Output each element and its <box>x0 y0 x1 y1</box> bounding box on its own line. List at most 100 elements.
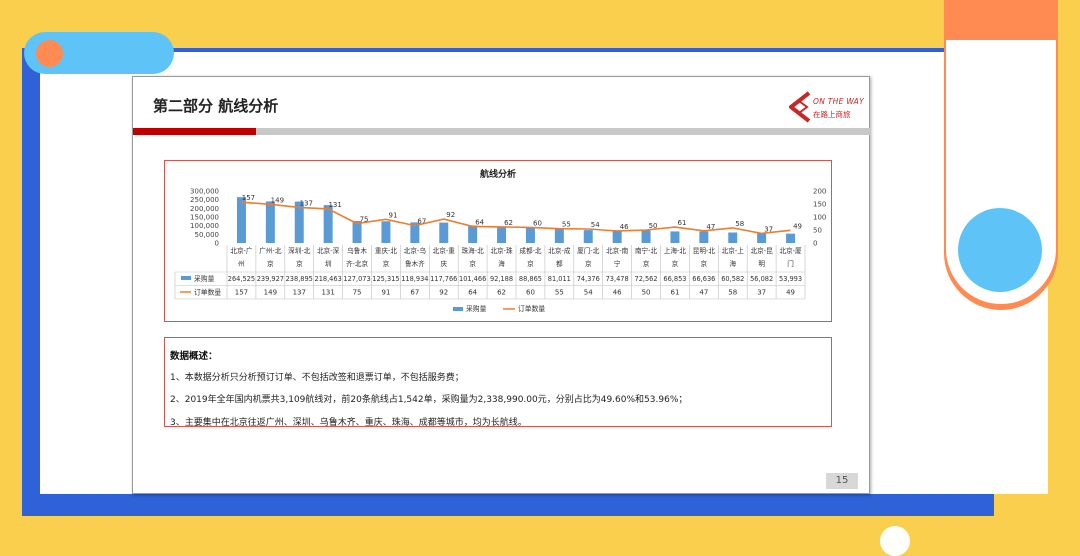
bar <box>786 233 796 243</box>
bar <box>728 232 738 243</box>
orange-dot-decoration <box>36 40 63 67</box>
bar <box>381 221 391 243</box>
order-table-cell: 67 <box>410 289 419 297</box>
category-label: 南宁-北 <box>635 246 658 255</box>
title-bar-rule <box>256 128 870 135</box>
category-label: 宁 <box>614 259 621 268</box>
purchase-table-cell: 117,766 <box>430 275 457 283</box>
y-right-tick-label: 100 <box>813 214 826 222</box>
page-number: 15 <box>826 473 858 489</box>
order-table-cell: 54 <box>584 289 593 297</box>
purchase-table-cell: 218,463 <box>315 275 342 283</box>
line-data-label: 75 <box>360 216 369 224</box>
line-data-label: 37 <box>764 225 773 233</box>
category-label: 京 <box>672 259 679 268</box>
purchase-table-cell: 74,376 <box>577 275 600 283</box>
line-data-label: 49 <box>793 222 802 230</box>
purchase-table-cell: 101,466 <box>459 275 486 283</box>
category-label: 珠海-北 <box>462 246 485 255</box>
order-table-cell: 55 <box>555 289 564 297</box>
y-left-tick-label: 300,000 <box>190 188 219 196</box>
order-table-cell: 62 <box>497 289 506 297</box>
purchase-table-cell: 125,315 <box>372 275 399 283</box>
line-data-label: 137 <box>300 199 313 207</box>
legend-label: 订单数量 <box>518 304 545 313</box>
company-logo: ON THE WAY 在路上商旅 <box>785 89 865 125</box>
category-label: 京 <box>643 259 650 268</box>
line-data-label: 149 <box>271 196 284 204</box>
category-label: 北京-珠 <box>490 246 513 255</box>
category-label: 重庆-北 <box>375 246 398 255</box>
y-right-tick-label: 150 <box>813 201 826 209</box>
category-label: 广州-北 <box>259 246 282 255</box>
category-label: 京 <box>701 259 708 268</box>
title-bar-accent <box>133 128 256 135</box>
category-label: 北京-昆 <box>751 246 774 255</box>
order-table-cell: 46 <box>613 289 622 297</box>
bar <box>497 227 507 243</box>
purchase-table-cell: 56,082 <box>750 275 773 283</box>
y-left-tick-label: 100,000 <box>190 222 219 230</box>
line-data-label: 47 <box>706 223 715 231</box>
category-label: 京 <box>469 259 476 268</box>
line-data-label: 60 <box>533 219 542 227</box>
category-label: 北京-广 <box>230 246 253 255</box>
order-table-cell: 58 <box>728 289 737 297</box>
line-data-label: 46 <box>620 223 629 231</box>
category-label: 北京-南 <box>606 246 629 255</box>
y-right-tick-label: 200 <box>813 188 826 196</box>
purchase-table-cell: 264,525 <box>228 275 255 283</box>
category-label: 京 <box>527 259 534 268</box>
category-label: 庆 <box>440 259 447 268</box>
y-left-tick-label: 150,000 <box>190 214 219 222</box>
legend-label: 采购量 <box>466 304 487 313</box>
order-table-cell: 137 <box>293 289 306 297</box>
logo-subtext: 在路上商旅 <box>813 110 851 119</box>
line-data-label: 54 <box>591 221 600 229</box>
category-label: 齐-北京 <box>346 259 369 268</box>
order-table-cell: 131 <box>321 289 334 297</box>
purchase-table-cell: 66,636 <box>692 275 715 283</box>
y-left-tick-label: 250,000 <box>190 196 219 204</box>
bar <box>583 230 593 243</box>
order-table-cell: 64 <box>468 289 477 297</box>
summary-line-2: 2、2019年全年国内机票共3,109航线对，前20条航线占1,542单，采购量… <box>170 395 688 405</box>
white-blob-decoration <box>880 526 910 556</box>
category-label: 乌鲁木 <box>347 246 367 255</box>
category-label: 海 <box>498 259 505 268</box>
category-label: 门 <box>787 259 794 268</box>
legend-bar-swatch <box>453 307 463 311</box>
line-data-label: 62 <box>504 219 513 227</box>
category-label: 海 <box>729 259 736 268</box>
order-table-cell: 47 <box>699 289 708 297</box>
line-data-label: 91 <box>388 211 397 219</box>
category-label: 北京-深 <box>317 246 340 255</box>
order-table-cell: 75 <box>353 289 362 297</box>
category-label: 京 <box>585 259 592 268</box>
purchase-table-cell: 81,011 <box>548 275 571 283</box>
chart-title: 航线分析 <box>480 168 516 180</box>
bar <box>525 227 535 243</box>
purchase-table-cell: 73,478 <box>606 275 629 283</box>
category-label: 北京-厦 <box>779 246 802 255</box>
category-label: 圳 <box>325 259 332 268</box>
category-label: 上海-北 <box>664 246 687 255</box>
bar <box>554 228 564 243</box>
category-label: 深圳-北 <box>288 246 311 255</box>
category-label: 京 <box>383 259 390 268</box>
logo-arrow-icon <box>789 91 811 123</box>
bar <box>757 233 767 243</box>
category-label: 北京-上 <box>722 246 745 255</box>
order-table-cell: 61 <box>670 289 679 297</box>
bar <box>265 201 275 243</box>
bar <box>612 230 622 243</box>
bar <box>670 231 680 243</box>
line-data-label: 92 <box>446 211 455 219</box>
category-label: 州 <box>238 260 245 268</box>
y-left-tick-label: 50,000 <box>195 231 220 239</box>
category-label: 成都-北 <box>519 246 542 255</box>
bar <box>699 231 709 243</box>
order-table-cell: 50 <box>642 289 651 297</box>
purchase-table-cell: 88,865 <box>519 275 542 283</box>
purchase-table-cell: 92,188 <box>490 275 513 283</box>
